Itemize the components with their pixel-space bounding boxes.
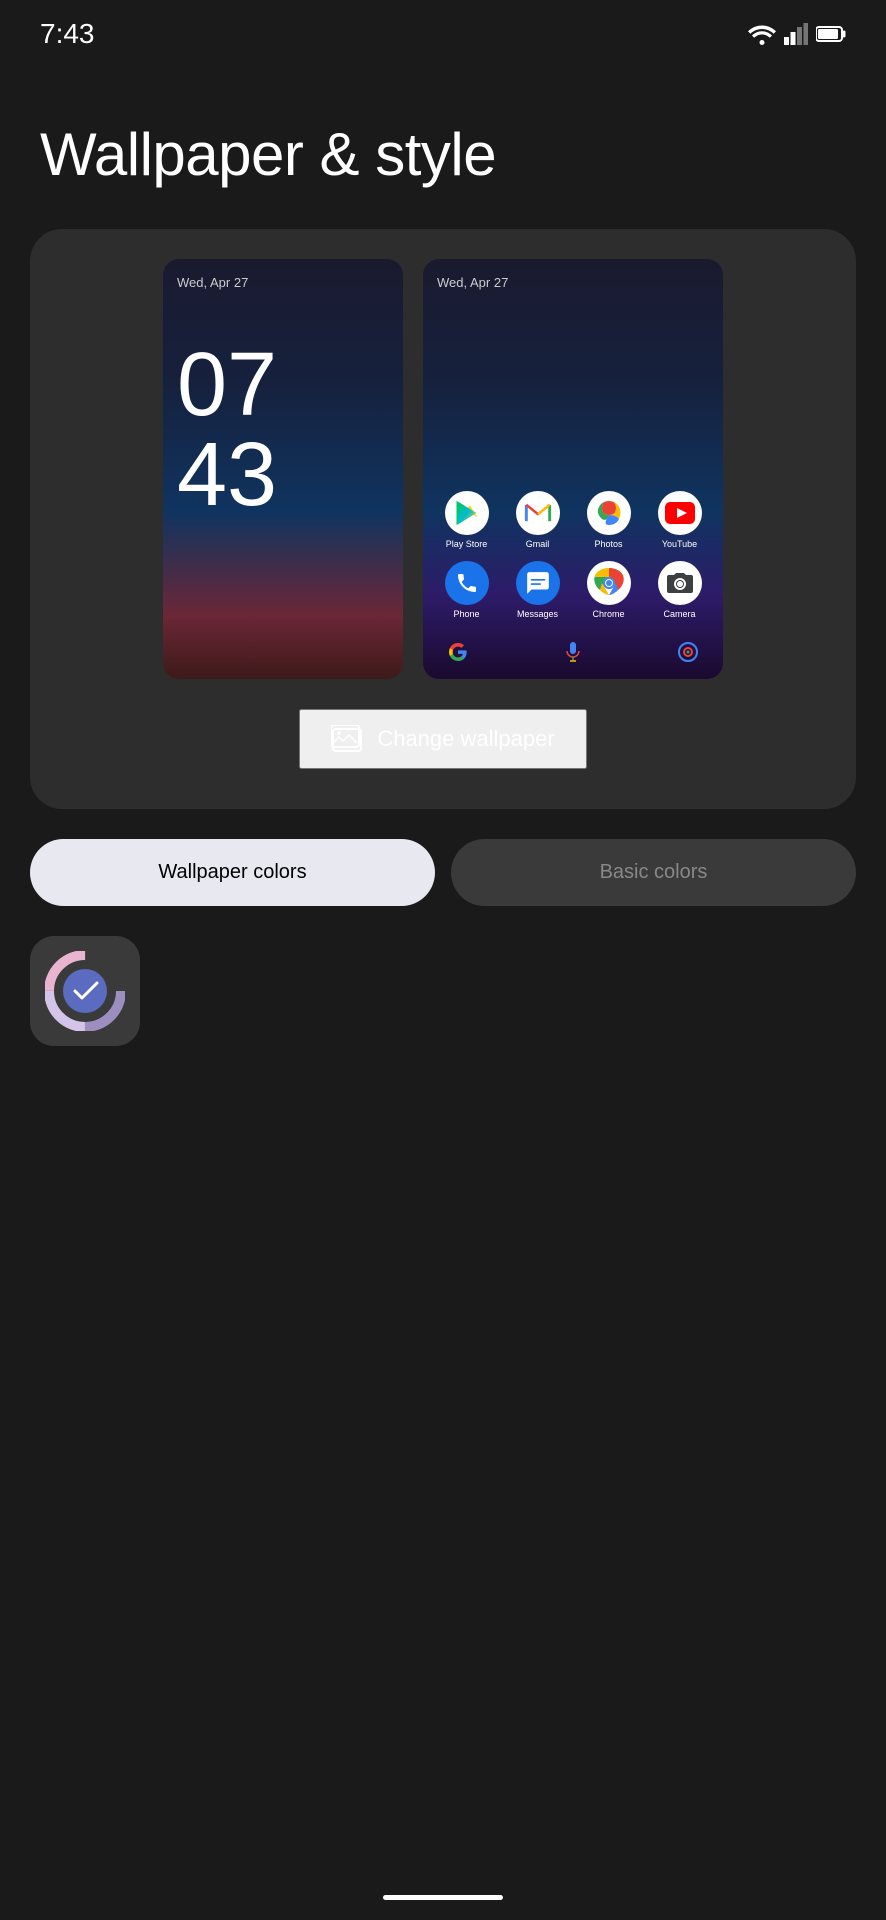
app-playstore: Play Store bbox=[437, 491, 496, 549]
home-indicator bbox=[383, 1895, 503, 1900]
chrome-icon bbox=[587, 561, 631, 605]
status-icons bbox=[748, 23, 846, 45]
lock-time-display: 07 43 bbox=[177, 340, 389, 520]
chrome-label: Chrome bbox=[592, 609, 624, 619]
swatch-inner bbox=[45, 951, 125, 1031]
playstore-label: Play Store bbox=[446, 539, 488, 549]
change-wallpaper-button[interactable]: Change wallpaper bbox=[299, 709, 586, 769]
battery-icon bbox=[816, 25, 846, 43]
tab-basic-colors[interactable]: Basic colors bbox=[451, 839, 856, 906]
lock-screen-preview: Wed, Apr 27 07 43 bbox=[163, 259, 403, 679]
app-chrome: Chrome bbox=[579, 561, 638, 619]
photos-label: Photos bbox=[594, 539, 622, 549]
messages-label: Messages bbox=[517, 609, 558, 619]
app-photos: Photos bbox=[579, 491, 638, 549]
phone-label: Phone bbox=[453, 609, 479, 619]
gmail-label: Gmail bbox=[526, 539, 550, 549]
google-g-icon bbox=[447, 641, 469, 663]
youtube-label: YouTube bbox=[662, 539, 697, 549]
app-camera: Camera bbox=[650, 561, 709, 619]
messages-icon bbox=[516, 561, 560, 605]
tab-wallpaper-colors[interactable]: Wallpaper colors bbox=[30, 839, 435, 906]
app-messages: Messages bbox=[508, 561, 567, 619]
preview-container: Wed, Apr 27 07 43 Wed, Apr 27 bbox=[30, 229, 856, 809]
color-swatch-selected[interactable] bbox=[30, 936, 140, 1046]
youtube-icon bbox=[658, 491, 702, 535]
voice-search-icon bbox=[562, 641, 584, 663]
photos-icon bbox=[587, 491, 631, 535]
status-time: 7:43 bbox=[40, 18, 95, 50]
google-lens-icon bbox=[677, 641, 699, 663]
lock-hour: 07 bbox=[177, 340, 277, 430]
lock-screen-date: Wed, Apr 27 bbox=[177, 275, 389, 290]
status-bar: 7:43 bbox=[0, 0, 886, 60]
home-screen-date: Wed, Apr 27 bbox=[437, 275, 709, 290]
change-wallpaper-icon bbox=[331, 725, 363, 753]
page-title: Wallpaper & style bbox=[0, 60, 886, 229]
lock-minute: 43 bbox=[177, 430, 277, 520]
wifi-icon bbox=[748, 23, 776, 45]
color-swatch-container bbox=[30, 936, 856, 1046]
app-youtube: YouTube bbox=[650, 491, 709, 549]
phone-previews: Wed, Apr 27 07 43 Wed, Apr 27 bbox=[60, 259, 826, 679]
change-wallpaper-label: Change wallpaper bbox=[377, 726, 554, 752]
app-grid: Play Store Gmail bbox=[437, 491, 709, 619]
gmail-icon bbox=[516, 491, 560, 535]
camera-label: Camera bbox=[663, 609, 695, 619]
app-phone: Phone bbox=[437, 561, 496, 619]
home-screen-preview: Wed, Apr 27 bbox=[423, 259, 723, 679]
color-tabs: Wallpaper colors Basic colors bbox=[30, 839, 856, 906]
dock-area bbox=[437, 635, 709, 669]
playstore-icon bbox=[445, 491, 489, 535]
signal-icon bbox=[784, 23, 808, 45]
app-gmail: Gmail bbox=[508, 491, 567, 549]
camera-icon bbox=[658, 561, 702, 605]
phone-icon bbox=[445, 561, 489, 605]
